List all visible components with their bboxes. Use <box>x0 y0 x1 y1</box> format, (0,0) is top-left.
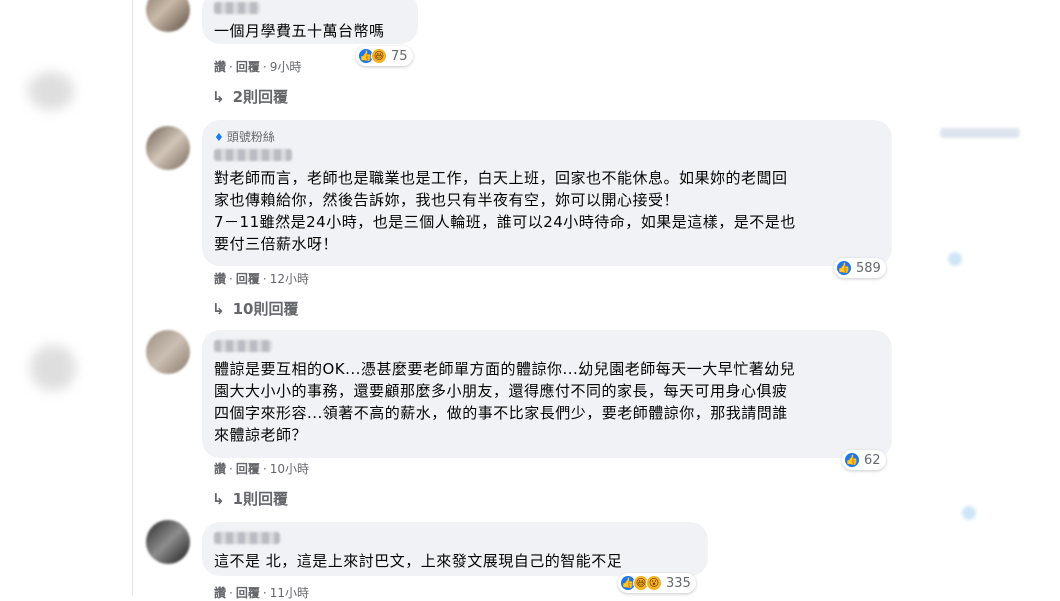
like-icon: 👍 <box>844 452 860 468</box>
reply-arrow-icon: ↳ <box>212 88 225 106</box>
reaction-count: 75 <box>391 48 408 64</box>
background-ghost <box>940 128 1020 138</box>
timestamp[interactable]: 11小時 <box>270 586 309 600</box>
view-replies-link[interactable]: ↳ 2則回覆 <box>212 86 288 107</box>
avatar[interactable] <box>146 0 190 32</box>
avatar[interactable] <box>146 126 190 170</box>
replies-label: 2則回覆 <box>232 88 289 106</box>
replies-label: 10則回覆 <box>232 300 299 318</box>
avatar[interactable] <box>146 330 190 374</box>
comment-text: 對老師而言，老師也是職業也是工作，白天上班，回家也不能休息。如果妳的老闆回 家也… <box>214 169 796 253</box>
blurred-avatar <box>30 345 76 391</box>
like-button[interactable]: 讚 <box>214 60 226 74</box>
reaction-count: 335 <box>666 575 691 591</box>
reaction-summary[interactable]: 👍 589 <box>834 258 886 278</box>
timestamp[interactable]: 9小時 <box>270 60 302 74</box>
view-replies-link[interactable]: ↳ 1則回覆 <box>212 488 288 509</box>
haha-icon: 😆 <box>371 48 387 64</box>
background-ghost <box>962 506 976 520</box>
view-replies-link[interactable]: ↳ 10則回覆 <box>212 298 298 319</box>
comment-bubble: 體諒是要互相的OK...憑甚麼要老師單方面的體諒你...幼兒園老師每天一大早忙著… <box>202 330 892 458</box>
comment-actions: 讚 · 回覆 · 12小時 <box>214 272 309 286</box>
wow-icon: 😮 <box>646 575 662 591</box>
like-button[interactable]: 讚 <box>214 462 226 476</box>
comment-actions: 讚 · 回覆 · 10小時 <box>214 462 309 476</box>
author-name[interactable] <box>214 532 280 544</box>
reply-button[interactable]: 回覆 <box>236 462 260 476</box>
timestamp[interactable]: 10小時 <box>270 462 309 476</box>
replies-label: 1則回覆 <box>232 490 289 508</box>
author-name[interactable] <box>214 340 272 352</box>
comment-actions: 讚 · 回覆 · 11小時 <box>214 586 309 600</box>
reaction-count: 62 <box>864 452 881 468</box>
panel-divider <box>132 0 133 596</box>
like-button[interactable]: 讚 <box>214 272 226 286</box>
reaction-summary[interactable]: 👍 😆 😮 335 <box>618 573 696 593</box>
background-ghost <box>948 252 962 266</box>
comment-actions: 讚 · 回覆 · 9小時 <box>214 60 302 74</box>
comment-text: 這不是 北，這是上來討巴文，上來發文展現自己的智能不足 <box>214 552 623 570</box>
top-fan-badge: ♦ 頭號粉絲 <box>214 130 275 144</box>
timestamp[interactable]: 12小時 <box>270 272 309 286</box>
author-name[interactable] <box>214 149 292 161</box>
reaction-count: 589 <box>856 260 881 276</box>
comment-text: 體諒是要互相的OK...憑甚麼要老師單方面的體諒你...幼兒園老師每天一大早忙著… <box>214 360 796 444</box>
reply-arrow-icon: ↳ <box>212 300 225 318</box>
comment-bubble: ♦ 頭號粉絲 對老師而言，老師也是職業也是工作，白天上班，回家也不能休息。如果妳的… <box>202 120 892 266</box>
left-panel <box>0 0 132 596</box>
reply-button[interactable]: 回覆 <box>236 272 260 286</box>
comment-bubble: 一個月學費五十萬台幣嗎 <box>202 0 418 44</box>
like-button[interactable]: 讚 <box>214 586 226 600</box>
blurred-avatar <box>28 72 74 110</box>
reaction-summary[interactable]: 👍 😆 75 <box>356 46 413 66</box>
reply-button[interactable]: 回覆 <box>236 60 260 74</box>
reply-arrow-icon: ↳ <box>212 490 225 508</box>
comment-bubble: 這不是 北，這是上來討巴文，上來發文展現自己的智能不足 <box>202 522 708 576</box>
author-name[interactable] <box>214 2 260 14</box>
comment-text: 一個月學費五十萬台幣嗎 <box>214 22 385 40</box>
reply-button[interactable]: 回覆 <box>236 586 260 600</box>
like-icon: 👍 <box>836 260 852 276</box>
diamond-icon: ♦ <box>214 131 224 144</box>
reaction-summary[interactable]: 👍 62 <box>842 450 886 470</box>
avatar[interactable] <box>146 520 190 564</box>
